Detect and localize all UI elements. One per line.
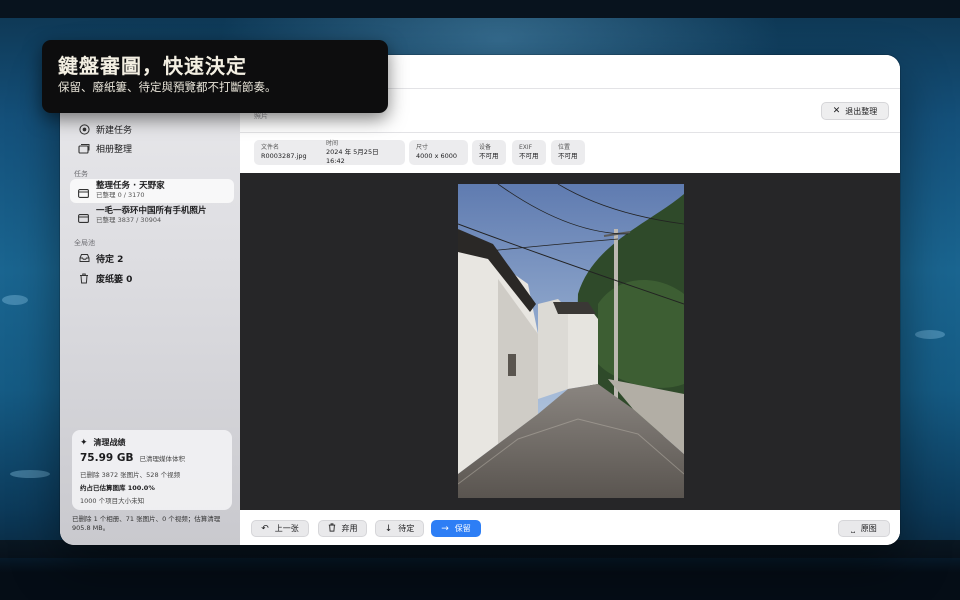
original-label: 原图 xyxy=(860,524,877,533)
sidebar-item-label: 待定 2 xyxy=(96,254,124,265)
stats-ratio: 约占已估算图库 100.0% xyxy=(80,484,155,492)
keep-label: 保留 xyxy=(454,524,471,533)
meta-value: 2024 年 5月25日 16:42 xyxy=(326,147,379,165)
arrow-down-icon: ↓ xyxy=(384,523,393,534)
folder-icon xyxy=(78,208,90,223)
sidebar-item-label: 新建任务 xyxy=(96,125,133,136)
stats-unknown: 1000 个项目大小未知 xyxy=(80,497,145,505)
sidebar-item-new-task[interactable]: 新建任务 xyxy=(70,119,232,139)
space-key-icon: ⎵ xyxy=(851,523,855,534)
task-progress: 已整理 0 / 3170 xyxy=(96,191,145,199)
pending-label: 待定 xyxy=(398,524,415,533)
meta-key: 位置 xyxy=(558,144,571,151)
meta-exif: EXIF 不可用 xyxy=(512,140,546,165)
stats-deleted: 已删除 3872 张图片、528 个视频 xyxy=(80,471,181,479)
photo-stack-icon xyxy=(78,142,90,154)
caption-subline: 保留、廢紙簍、待定與預覽都不打斷節奏。 xyxy=(58,80,277,94)
fish-shape xyxy=(915,330,945,339)
undo-arrow-icon: ↶ xyxy=(261,523,269,534)
task-item-selected[interactable]: 整理任务 · 天野家 已整理 0 / 3170 xyxy=(70,179,234,203)
arrow-right-icon: → xyxy=(441,523,449,534)
folder-icon xyxy=(78,183,90,198)
pending-button[interactable]: ↓ 待定 xyxy=(375,520,424,537)
meta-key: 文件名 xyxy=(261,144,280,151)
keep-button[interactable]: → 保留 xyxy=(431,520,481,537)
task-title: 整理任务 · 天野家 xyxy=(96,181,165,191)
tasks-section-title: 任务 xyxy=(74,170,88,178)
sidebar-item-album-organize[interactable]: 相册整理 xyxy=(70,138,232,158)
wallpaper-bottom-band xyxy=(0,540,960,600)
meta-key: EXIF xyxy=(519,144,533,151)
app-window: 新建任务 相册整理 任务 整理任务 · 天野家 已整理 0 / 3170 一毛一… xyxy=(60,55,900,545)
meta-device: 设备 不可用 xyxy=(472,140,506,165)
photo-preview[interactable] xyxy=(458,184,684,498)
trash-icon xyxy=(328,522,336,535)
meta-value: 4000 x 6000 xyxy=(416,152,458,160)
meta-value: 不可用 xyxy=(479,152,499,160)
original-button[interactable]: ⎵ 原图 xyxy=(838,520,890,537)
sidebar-item-trash[interactable]: 废纸篓 0 xyxy=(70,268,232,288)
photo-viewer xyxy=(240,173,900,510)
meta-value: 不可用 xyxy=(558,152,578,160)
caption-headline: 鍵盤審圖，快速決定 xyxy=(58,54,247,78)
previous-button[interactable]: ↶ 上一张 xyxy=(251,520,309,537)
main-pane: 照片 ✕ 退出整理 文件名 R0003287.jpg 时间 2024 年 5月2… xyxy=(240,55,900,545)
fish-shape xyxy=(2,295,28,305)
stats-title: 清理战绩 xyxy=(93,438,126,447)
tray-icon xyxy=(78,252,90,264)
meta-time: 时间 2024 年 5月25日 16:42 xyxy=(319,140,405,165)
discard-label: 弃用 xyxy=(341,524,358,533)
sidebar: 新建任务 相册整理 任务 整理任务 · 天野家 已整理 0 / 3170 一毛一… xyxy=(60,55,240,545)
sidebar-footer-summary: 已删除 1 个相册、71 张图片、0 个视频；估算清理 905.8 MB。 xyxy=(72,515,221,532)
close-icon: ✕ xyxy=(832,106,841,116)
meta-value: 不可用 xyxy=(519,152,539,160)
meta-value: R0003287.jpg xyxy=(261,152,307,160)
sparkle-icon: ✦ xyxy=(80,437,88,448)
stats-size: 75.99 GB xyxy=(80,452,134,464)
meta-key: 尺寸 xyxy=(416,144,429,151)
promo-caption: 鍵盤審圖，快速決定 保留、廢紙簍、待定與預覽都不打斷節奏。 xyxy=(42,40,388,113)
meta-key: 设备 xyxy=(479,144,492,151)
meta-location: 位置 不可用 xyxy=(551,140,585,165)
cleanup-stats-card: ✦ 清理战绩 75.99 GB 已清理媒体体积 已删除 3872 张图片、528… xyxy=(72,430,232,510)
task-title: 一毛一忝环中国所有手机照片 xyxy=(96,206,207,216)
meta-key: 时间 xyxy=(326,139,339,147)
meta-filename: 文件名 R0003287.jpg xyxy=(254,140,327,165)
target-icon xyxy=(78,123,90,135)
meta-dimensions: 尺寸 4000 x 6000 xyxy=(409,140,468,165)
stats-size-note: 已清理媒体体积 xyxy=(139,455,186,463)
discard-button[interactable]: 弃用 xyxy=(318,520,367,537)
sidebar-item-label: 相册整理 xyxy=(96,144,133,155)
sidebar-item-pending[interactable]: 待定 2 xyxy=(70,248,232,268)
task-progress: 已整理 3837 / 30904 xyxy=(96,216,162,224)
sidebar-item-label: 废纸篓 0 xyxy=(96,274,133,285)
task-item[interactable]: 一毛一忝环中国所有手机照片 已整理 3837 / 30904 xyxy=(70,204,234,228)
trash-icon xyxy=(78,272,90,284)
exit-organize-button[interactable]: ✕ 退出整理 xyxy=(821,102,889,120)
exit-organize-label: 退出整理 xyxy=(845,106,878,116)
previous-label: 上一张 xyxy=(274,524,299,533)
fish-shape xyxy=(10,470,50,478)
pool-section-title: 全局池 xyxy=(74,239,95,247)
wallpaper-top-band xyxy=(0,0,960,18)
